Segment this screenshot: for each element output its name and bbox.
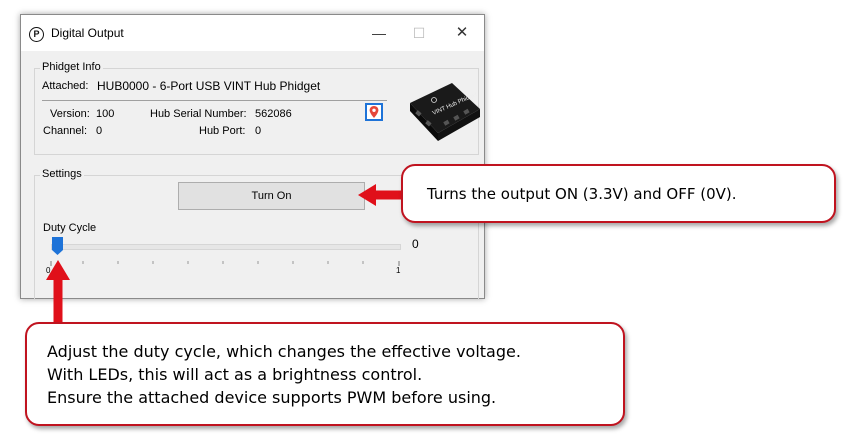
hub-port-label: Hub Port: [199, 125, 246, 137]
attached-label: Attached: [42, 80, 89, 92]
duty-cycle-slider-track[interactable] [51, 244, 401, 250]
phidgets-logo-icon: P [29, 27, 44, 42]
settings-label: Settings [40, 168, 84, 180]
version-label: Version: [50, 108, 90, 120]
slider-max-tick-label: 1 [396, 266, 401, 275]
maximize-button[interactable]: ☐ [399, 19, 439, 47]
duty-cycle-slider-thumb[interactable] [52, 237, 63, 255]
duty-cycle-callout-line-2: With LEDs, this will act as a brightness… [47, 365, 423, 384]
channel-value: 0 [96, 125, 103, 137]
duty-cycle-callout-line-1: Adjust the duty cycle, which changes the… [47, 342, 521, 361]
slider-ticks [50, 261, 400, 266]
minimize-button[interactable]: — [359, 19, 399, 47]
duty-cycle-callout-text: Adjust the duty cycle, which changes the… [47, 340, 521, 409]
locate-button[interactable] [365, 103, 383, 121]
turn-on-callout: Turns the output ON (3.3V) and OFF (0V). [401, 164, 836, 223]
window-title: Digital Output [51, 26, 124, 40]
turn-on-button[interactable]: Turn On [178, 182, 365, 210]
attached-value: HUB0000 - 6-Port USB VINT Hub Phidget [97, 79, 321, 93]
hub-port-value: 0 [255, 125, 262, 137]
device-image: VINT Hub Phidget [404, 73, 482, 145]
arrow-up-icon [46, 260, 70, 324]
duty-cycle-callout: Adjust the duty cycle, which changes the… [25, 322, 625, 426]
arrow-left-icon [358, 184, 404, 206]
turn-on-callout-text: Turns the output ON (3.3V) and OFF (0V). [427, 185, 737, 203]
info-divider [42, 100, 387, 101]
map-pin-icon [369, 106, 379, 118]
close-button[interactable]: ✕ [442, 19, 482, 47]
duty-cycle-callout-line-3: Ensure the attached device supports PWM … [47, 388, 497, 407]
phidget-info-label: Phidget Info [40, 61, 103, 73]
duty-cycle-label: Duty Cycle [43, 222, 97, 234]
hub-serial-label: Hub Serial Number: [150, 108, 247, 120]
digital-output-window: P Digital Output — ☐ ✕ Phidget Info Atta… [20, 14, 485, 300]
duty-cycle-value: 0 [412, 237, 419, 251]
title-bar[interactable]: P Digital Output — ☐ ✕ [21, 15, 484, 51]
channel-label: Channel: [43, 125, 88, 137]
hub-serial-value: 562086 [255, 108, 292, 120]
version-value: 100 [96, 108, 115, 120]
